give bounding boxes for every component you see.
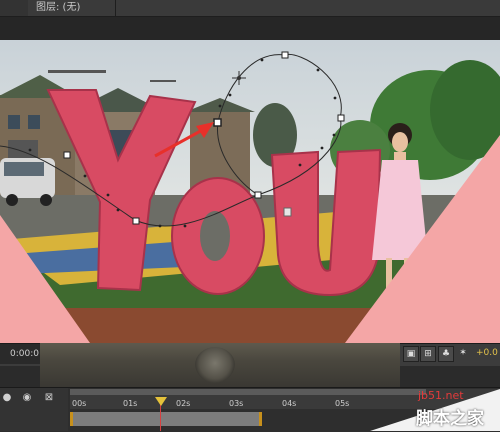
ruler-tick: 01s bbox=[123, 399, 138, 408]
panel-tab-left[interactable] bbox=[0, 0, 29, 16]
layer-anchor bbox=[283, 207, 292, 217]
watermark-url: jb51.net bbox=[418, 389, 464, 402]
film-strip-overlay bbox=[40, 343, 400, 387]
eye-icon[interactable]: ◉ bbox=[20, 392, 34, 404]
search-icon[interactable]: ● bbox=[0, 392, 14, 404]
tab-layer[interactable]: 图层: (无) bbox=[28, 0, 116, 16]
current-time-indicator-head[interactable] bbox=[155, 397, 167, 406]
ruler-tick: 00s bbox=[72, 399, 87, 408]
round-cap-detail bbox=[195, 347, 235, 383]
wooden-deck bbox=[60, 308, 380, 343]
timecode-display[interactable]: 0:00:0 bbox=[0, 344, 40, 364]
ruler-tick: 04s bbox=[282, 399, 297, 408]
graph-icon[interactable]: ⊞ bbox=[420, 346, 436, 362]
exposure-value[interactable]: +0.0 bbox=[476, 346, 498, 360]
flowchart-icon[interactable]: ♣ bbox=[438, 346, 454, 362]
layer-duration-bar[interactable] bbox=[70, 412, 262, 426]
composition-viewer[interactable] bbox=[0, 40, 500, 343]
graph-editor-icon[interactable]: ⊠ bbox=[42, 392, 56, 404]
panel-tab-bar: 图层: (无) bbox=[0, 0, 500, 17]
ruler-tick: 03s bbox=[229, 399, 244, 408]
ruler-tick: 02s bbox=[176, 399, 191, 408]
watermark-name: 脚本之家 bbox=[416, 409, 484, 429]
viewer-toolbar-area bbox=[0, 17, 500, 40]
snapshot-icon[interactable]: ▣ bbox=[403, 346, 419, 362]
sign-letter-o bbox=[171, 177, 265, 295]
ruler-tick: 05s bbox=[335, 399, 350, 408]
motion-blur-icon[interactable]: ✶ bbox=[456, 346, 470, 360]
